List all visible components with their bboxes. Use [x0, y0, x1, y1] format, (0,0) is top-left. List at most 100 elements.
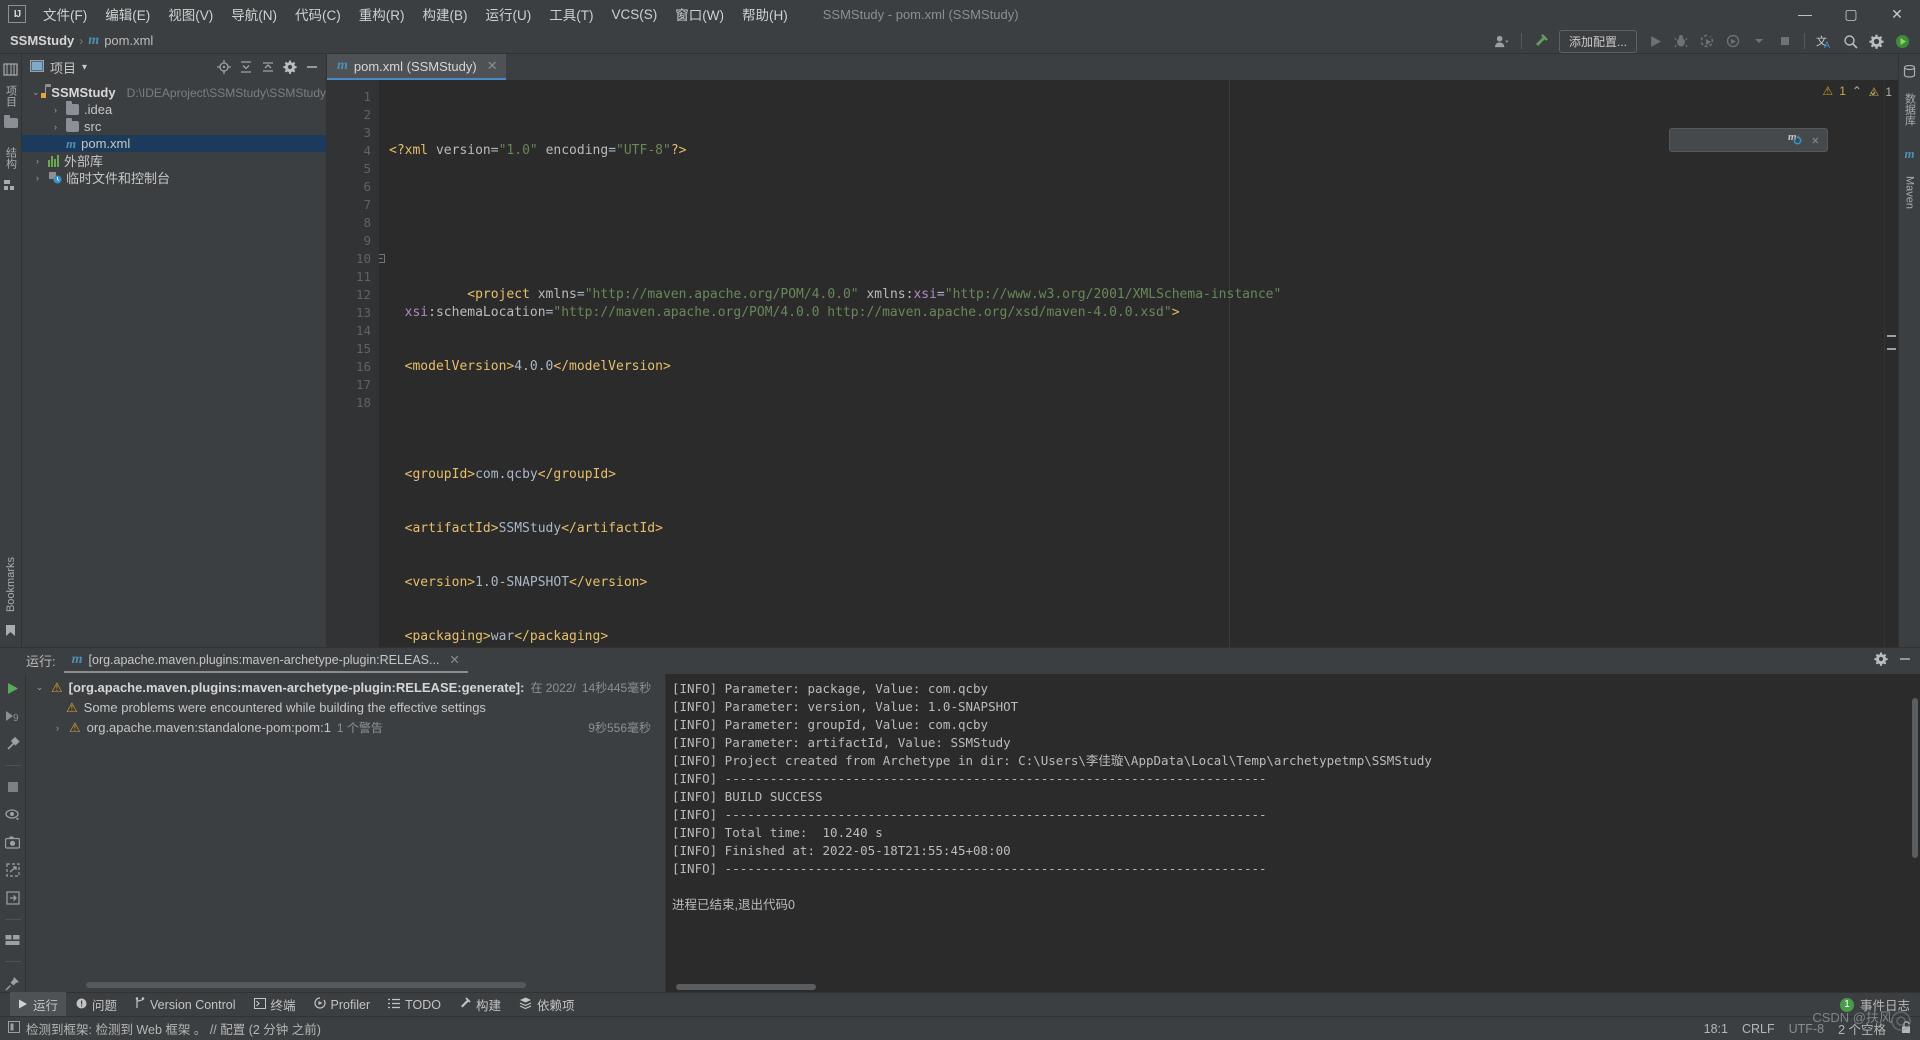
twisty-icon[interactable]: › — [32, 173, 43, 183]
tool-tab-run[interactable]: 运行 — [10, 992, 67, 1017]
tree-row-external-libraries[interactable]: › 外部库 — [22, 152, 326, 169]
hide-panel-icon[interactable] — [302, 57, 322, 77]
breadcrumb-project[interactable]: SSMStudy — [10, 33, 74, 48]
profile-icon[interactable] — [1721, 30, 1745, 52]
tool-tab-problems[interactable]: 问题 — [68, 992, 125, 1017]
menu-view[interactable]: 视图(V) — [159, 1, 222, 27]
run-icon[interactable] — [1643, 30, 1667, 52]
right-strip-label-maven[interactable]: Maven — [1904, 173, 1916, 212]
caret-position[interactable]: 18:1 — [1704, 1022, 1728, 1036]
folder-strip-icon[interactable] — [2, 114, 20, 132]
rerun-failed-icon[interactable]: 9 — [4, 708, 22, 726]
menu-help[interactable]: 帮助(H) — [733, 1, 797, 27]
code-content[interactable]: <?xml version="1.0" encoding="UTF-8"?> −… — [379, 80, 1884, 647]
tool-tab-dependencies[interactable]: 依赖项 — [511, 992, 583, 1017]
settings-gear-icon[interactable] — [1864, 30, 1888, 52]
close-icon[interactable]: ✕ — [449, 652, 459, 667]
editor-marker-strip[interactable]: ⚠ 1 — [1869, 80, 1898, 647]
menu-navigate[interactable]: 导航(N) — [222, 1, 286, 27]
hint-close-icon[interactable]: ✕ — [1812, 131, 1819, 149]
twisty-icon[interactable]: › — [32, 156, 43, 166]
file-encoding[interactable]: UTF-8 — [1789, 1022, 1824, 1036]
menu-refactor[interactable]: 重构(R) — [350, 1, 414, 27]
bookmarks-label[interactable]: Bookmarks — [5, 554, 17, 615]
eye-filter-icon[interactable] — [4, 806, 22, 824]
rerun-icon[interactable] — [4, 680, 22, 698]
close-button[interactable]: ✕ — [1874, 0, 1920, 28]
breadcrumb-file[interactable]: pom.xml — [104, 33, 153, 48]
tool-tab-version-control[interactable]: Version Control — [127, 994, 243, 1015]
twisty-icon[interactable]: › — [50, 105, 61, 115]
fold-toggle-icon[interactable]: − — [379, 254, 385, 263]
hide-panel-icon[interactable] — [1898, 652, 1912, 669]
stop-icon[interactable] — [1773, 30, 1797, 52]
menu-file[interactable]: 文件(F) — [34, 1, 96, 27]
status-message[interactable]: 检测到框架: 检测到 Web 框架 。 // 配置 (2 分钟 之前) — [26, 1019, 321, 1038]
chevron-down-icon[interactable] — [1747, 30, 1771, 52]
maven-reload-icon[interactable]: m — [1678, 111, 1804, 169]
pin-icon[interactable] — [4, 974, 22, 992]
run-tab[interactable]: m [org.apache.maven.plugins:maven-archet… — [63, 649, 468, 673]
menu-code[interactable]: 代码(C) — [286, 1, 350, 27]
left-strip-label-project[interactable]: 项目 — [3, 82, 19, 110]
maven-reload-hint[interactable]: m ✕ — [1669, 128, 1828, 152]
console-horizontal-scrollbar[interactable] — [676, 984, 816, 990]
tree-row-pom-xml[interactable]: m pom.xml — [22, 135, 326, 152]
tool-tab-profiler[interactable]: Profiler — [306, 994, 379, 1015]
maven-icon[interactable]: m — [1901, 145, 1919, 163]
bookmarks-icon[interactable] — [2, 621, 20, 639]
build-hammer-icon[interactable] — [1529, 30, 1553, 52]
locate-icon[interactable] — [214, 57, 234, 77]
maximize-button[interactable]: ▢ — [1828, 0, 1874, 28]
settings-gear-icon[interactable] — [1874, 652, 1888, 669]
debug-icon[interactable] — [1669, 30, 1693, 52]
expand-all-icon[interactable] — [236, 57, 256, 77]
tool-tab-build[interactable]: 构建 — [451, 992, 509, 1017]
menu-tools[interactable]: 工具(T) — [540, 1, 602, 27]
tree-row-ssmstudy[interactable]: ⌄ SSMStudy D:\IDEAproject\SSMStudy\SSMSt… — [22, 84, 326, 101]
menu-run[interactable]: 运行(U) — [477, 1, 541, 27]
run-tree-child-2[interactable]: › ⚠ org.apache.maven:standalone-pom:pom:… — [26, 718, 665, 738]
export-icon[interactable] — [4, 861, 22, 879]
updates-icon[interactable] — [1890, 30, 1914, 52]
project-tool-icon[interactable] — [2, 60, 20, 78]
close-icon[interactable]: ✕ — [487, 58, 498, 74]
left-strip-label-structure[interactable]: 结构 — [3, 144, 19, 172]
indent-setting[interactable]: 2 个空格 — [1838, 1019, 1886, 1038]
tool-tab-terminal[interactable]: 终端 — [246, 992, 304, 1017]
nav-up-icon[interactable]: ⌃ — [1852, 84, 1862, 98]
run-with-coverage-icon[interactable] — [1695, 30, 1719, 52]
minimize-button[interactable]: — — [1782, 0, 1828, 28]
tree-row-scratches[interactable]: › 临时文件和控制台 — [22, 169, 326, 186]
console-output[interactable]: [INFO] Parameter: package, Value: com.qc… — [666, 673, 1920, 992]
toggle-tasks-icon[interactable] — [4, 735, 22, 753]
search-everywhere-icon[interactable] — [1838, 30, 1862, 52]
collapse-all-icon[interactable] — [258, 57, 278, 77]
marker[interactable] — [1887, 335, 1896, 337]
tree-row-idea[interactable]: › .idea — [22, 101, 326, 118]
project-panel-dropdown-icon[interactable]: ▾ — [82, 62, 87, 73]
menu-window[interactable]: 窗口(W) — [666, 1, 733, 27]
settings-gear-icon[interactable] — [280, 57, 300, 77]
nav-down-icon[interactable]: ⌄ — [1868, 84, 1878, 98]
line-separator[interactable]: CRLF — [1742, 1022, 1775, 1036]
screenshot-icon[interactable] — [4, 833, 22, 851]
layout-icon[interactable] — [4, 932, 22, 950]
editor-tab-pom-xml[interactable]: m pom.xml (SSMStudy) ✕ — [327, 54, 506, 80]
database-icon[interactable] — [1901, 62, 1919, 80]
menu-vcs[interactable]: VCS(S) — [603, 4, 667, 25]
code-editor[interactable]: 1 2 3 4 5 6 7 8 9 10 11 12 13 14 15 16 1 — [327, 80, 1898, 647]
stop-icon[interactable] — [4, 778, 22, 796]
marker[interactable] — [1887, 348, 1896, 350]
console-vertical-scrollbar[interactable] — [1912, 697, 1918, 858]
tool-tab-todo[interactable]: TODO — [380, 995, 449, 1015]
menu-edit[interactable]: 编辑(E) — [96, 1, 159, 27]
tree-row-src[interactable]: › src — [22, 118, 326, 135]
import-icon[interactable] — [4, 889, 22, 907]
twisty-icon[interactable]: › — [52, 723, 63, 733]
right-strip-label-database[interactable]: 数据库 — [1902, 90, 1918, 129]
structure-tool-icon[interactable] — [2, 176, 20, 194]
run-tree-horizontal-scrollbar[interactable] — [86, 982, 526, 988]
twisty-icon[interactable]: › — [50, 122, 61, 132]
run-tree-root[interactable]: ⌄ ⚠ [org.apache.maven.plugins:maven-arch… — [26, 678, 665, 698]
